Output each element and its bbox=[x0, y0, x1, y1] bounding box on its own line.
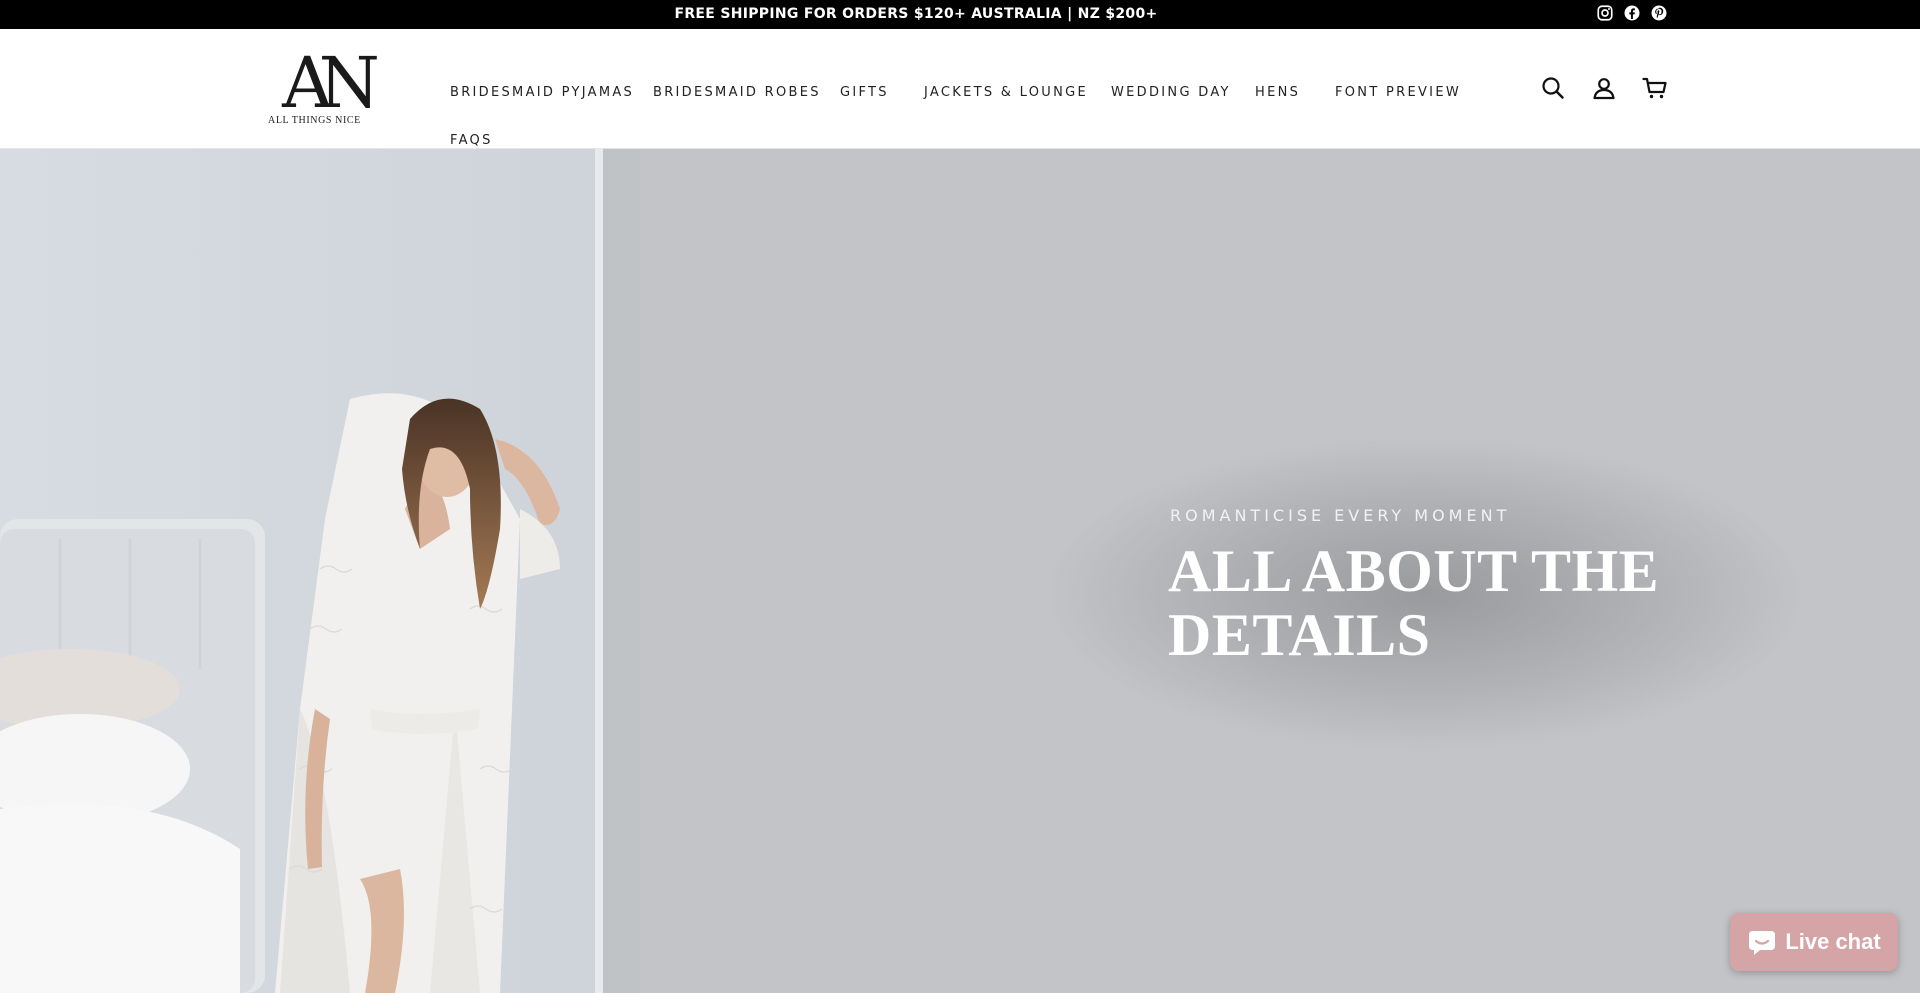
social-links bbox=[1596, 4, 1668, 22]
hero-banner: ROMANTICISE EVERY MOMENT ALL ABOUT THE D… bbox=[0, 149, 1920, 993]
brand-logo[interactable]: AN ALL THINGS NICE bbox=[266, 42, 382, 131]
nav-font-preview[interactable]: FONT PREVIEW bbox=[1335, 85, 1461, 100]
logo-wordmark: ALL THINGS NICE bbox=[268, 115, 361, 126]
nav-jackets-lounge[interactable]: JACKETS & LOUNGE bbox=[924, 85, 1088, 100]
nav-bridesmaid-pyjamas[interactable]: BRIDESMAID PYJAMAS bbox=[450, 85, 634, 100]
instagram-icon[interactable] bbox=[1596, 4, 1614, 22]
cart-icon[interactable] bbox=[1642, 75, 1668, 101]
hero-subheading: ROMANTICISE EVERY MOMENT bbox=[1170, 506, 1511, 525]
live-chat-button[interactable]: Live chat bbox=[1730, 913, 1898, 971]
nav-faqs[interactable]: FAQS bbox=[450, 133, 493, 148]
nav-gifts[interactable]: GIFTS bbox=[840, 85, 889, 100]
site-header: AN ALL THINGS NICE BRIDESMAID PYJAMAS BR… bbox=[0, 29, 1920, 149]
search-icon[interactable] bbox=[1540, 75, 1566, 101]
hero-title: ALL ABOUT THE DETAILS bbox=[1168, 538, 1660, 668]
facebook-icon[interactable] bbox=[1623, 4, 1641, 22]
nav-bridesmaid-robes[interactable]: BRIDESMAID ROBES bbox=[653, 85, 821, 100]
account-icon[interactable] bbox=[1591, 75, 1617, 101]
announcement-bar: FREE SHIPPING FOR ORDERS $120+ AUSTRALIA… bbox=[0, 0, 1920, 29]
pinterest-icon[interactable] bbox=[1650, 4, 1668, 22]
nav-wedding-day[interactable]: WEDDING DAY bbox=[1111, 85, 1231, 100]
chat-bubble-icon bbox=[1749, 931, 1776, 955]
nav-hens[interactable]: HENS bbox=[1255, 85, 1300, 100]
live-chat-label: Live chat bbox=[1785, 929, 1881, 954]
logo-monogram: AN bbox=[282, 42, 380, 124]
announcement-text: FREE SHIPPING FOR ORDERS $120+ AUSTRALIA… bbox=[674, 6, 1158, 22]
hero-image bbox=[0, 149, 640, 993]
